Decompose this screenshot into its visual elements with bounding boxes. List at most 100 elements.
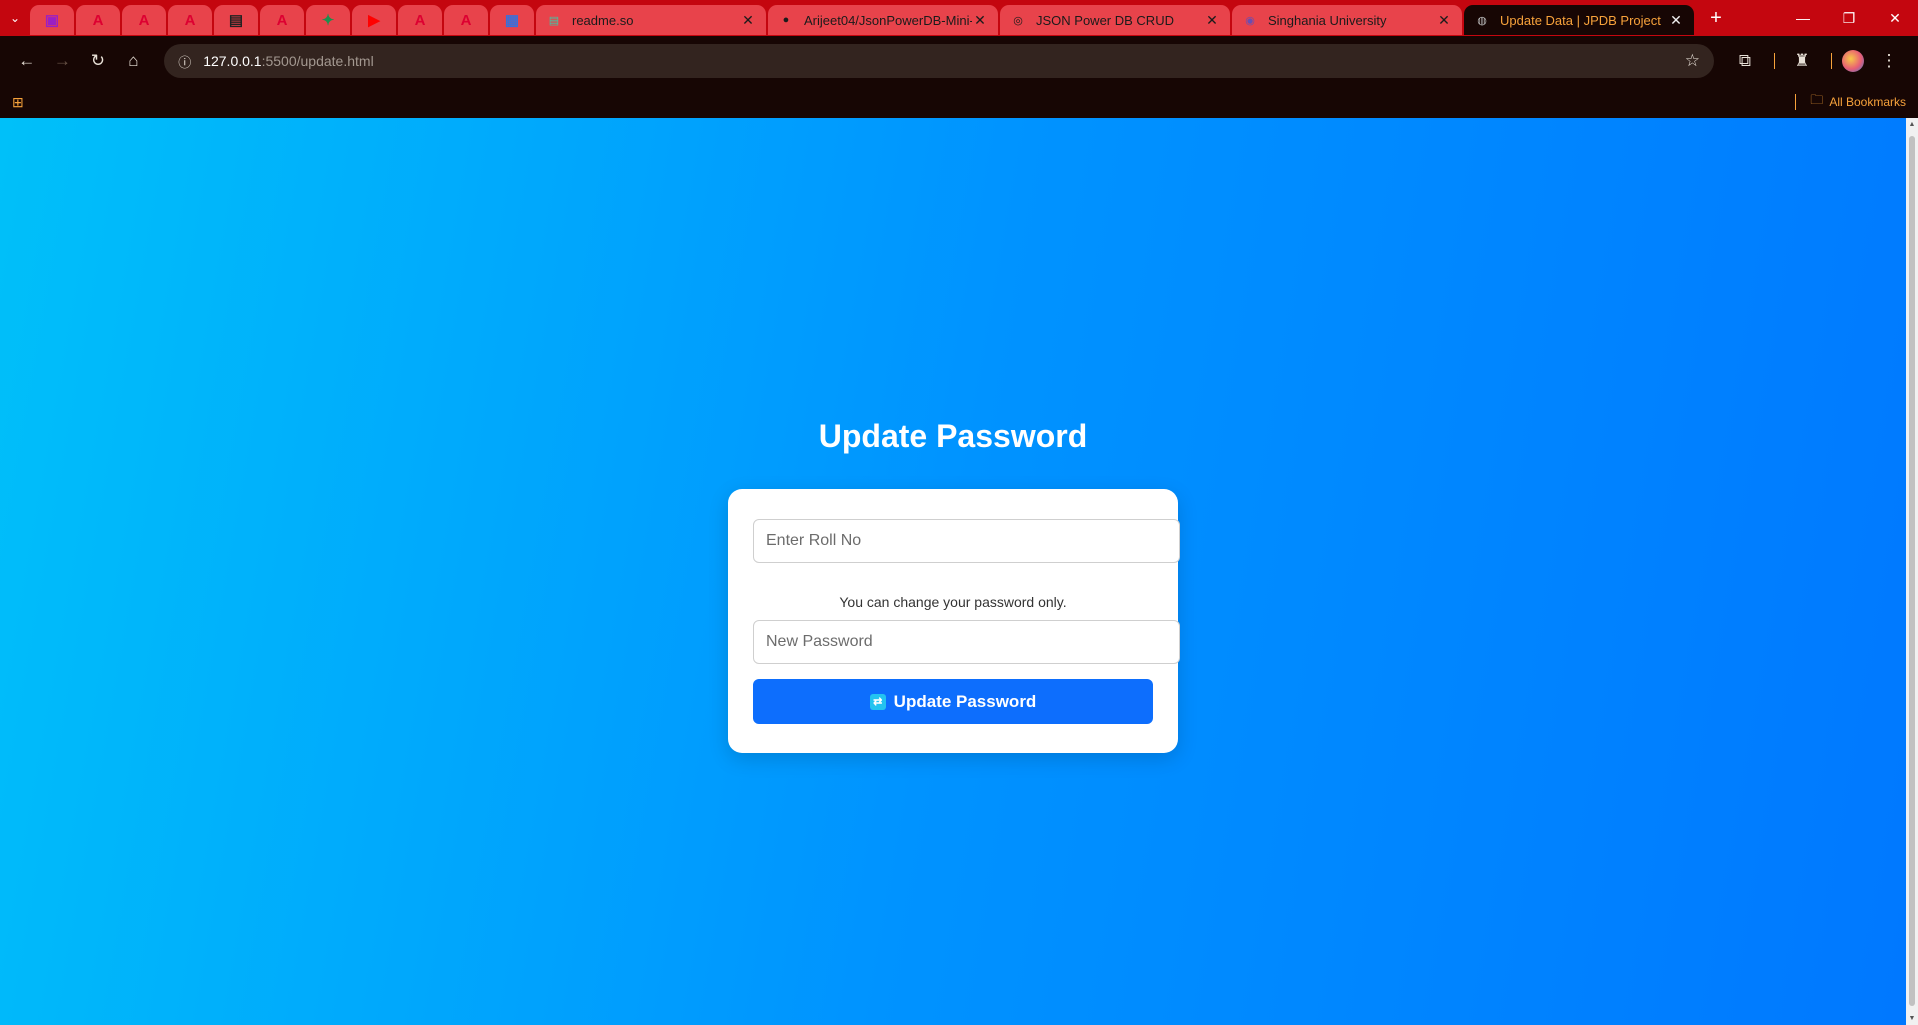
github-icon: ● [782, 14, 790, 26]
puzzle-icon: ⧉ [1738, 51, 1752, 70]
all-bookmarks[interactable]: 🗀 All Bookmarks [1795, 91, 1906, 113]
url-host: 127.0.0.1 [203, 53, 262, 69]
tab[interactable]: ◍ Update Data | JPDB Project ✕ [1464, 5, 1694, 35]
tab[interactable]: ▤ readme.so ✕ [536, 5, 766, 35]
page-scrollbar[interactable]: ▲ ▼ [1906, 118, 1918, 1025]
incognito-button[interactable]: ♜ [1785, 44, 1819, 78]
globe-icon: ◍ [1477, 14, 1487, 27]
arrow-right-icon: → [53, 51, 71, 70]
site-icon: ▤ [228, 12, 244, 29]
reload-button[interactable]: ↻ [81, 44, 115, 78]
roll-no-input[interactable] [753, 519, 1180, 563]
close-icon: ✕ [1889, 9, 1901, 26]
update-password-button[interactable]: ⇄ Update Password [753, 679, 1153, 724]
pinned-tab[interactable]: ▦ [490, 5, 534, 35]
arrow-left-icon: ← [18, 51, 36, 70]
pinned-tab[interactable]: ▣ [30, 5, 74, 35]
page-title: Update Password [818, 418, 1088, 454]
apps-grid-icon[interactable]: ⊞ [12, 94, 24, 111]
angular-icon: A [460, 11, 472, 29]
tab[interactable]: ◎ JSON Power DB CRUD ✕ [1000, 5, 1230, 35]
angular-icon: A [92, 11, 104, 29]
window-controls: — ❐ ✕ [1780, 0, 1918, 36]
avatar[interactable] [1841, 50, 1864, 72]
pinned-tabs: ▣ A A A ▤ A ✦ ▶ A A ▦ [30, 1, 536, 35]
restore-icon: ❐ [1842, 9, 1856, 26]
divider [1795, 94, 1797, 110]
angular-icon: A [184, 11, 196, 29]
close-icon[interactable]: ✕ [1436, 12, 1452, 29]
new-tab-button[interactable]: + [1702, 4, 1730, 32]
minimize-button[interactable]: — [1780, 0, 1826, 36]
close-icon[interactable]: ✕ [740, 12, 756, 29]
browser-toolbar: ← → ↻ ⌂ ⓘ 127.0.0.1:5500/update.html ☆ ⧉… [0, 36, 1918, 86]
refresh-icon: ⇄ [869, 693, 886, 710]
tab-title: Update Data | JPDB Project [1500, 12, 1661, 28]
extensions-button[interactable]: ⧉ [1728, 44, 1762, 78]
tab[interactable]: ● Arijeet04/JsonPowerDB-Mini-P ✕ [768, 5, 998, 35]
tab-title: Arijeet04/JsonPowerDB-Mini-P [804, 12, 972, 28]
folder-icon: 🗀 [1810, 92, 1824, 107]
openai-icon: ◎ [1013, 14, 1023, 27]
all-bookmarks-label: All Bookmarks [1829, 95, 1906, 109]
pinned-tab[interactable]: A [260, 5, 304, 35]
youtube-icon: ▶ [368, 12, 380, 29]
page-viewport: Update Password You can change your pass… [0, 118, 1906, 1025]
plus-icon: + [1710, 6, 1722, 29]
update-form-card: You can change your password only. ⇄ Upd… [728, 489, 1180, 753]
tab-title: Singhania University [1268, 12, 1387, 28]
tab-title: JSON Power DB CRUD [1036, 12, 1174, 28]
cat-icon: ✦ [321, 12, 335, 29]
scrollbar-thumb[interactable] [1909, 136, 1915, 1006]
update-password-label: Update Password [893, 691, 1037, 711]
close-icon[interactable]: ✕ [1204, 12, 1220, 29]
close-icon[interactable]: ✕ [1668, 12, 1684, 29]
tab-search-button[interactable]: ⌄ [0, 0, 30, 36]
incognito-icon: ♜ [1794, 51, 1810, 70]
tab-title: readme.so [572, 12, 634, 28]
pinned-tab[interactable]: A [398, 5, 442, 35]
divider [1830, 53, 1832, 69]
book-icon: ▣ [44, 12, 60, 29]
pinned-tab[interactable]: ▶ [352, 5, 396, 35]
bookmarks-bar: ⊞ 🗀 All Bookmarks [0, 86, 1918, 118]
address-bar[interactable]: ⓘ 127.0.0.1:5500/update.html ☆ [164, 44, 1714, 78]
chevron-down-icon: ⌄ [9, 11, 21, 25]
pinned-tab[interactable]: A [76, 5, 120, 35]
university-icon: ◉ [1245, 14, 1255, 27]
back-button[interactable]: ← [10, 44, 44, 78]
toolbar-actions: ⧉ ♜ ⋮ [1728, 44, 1908, 78]
home-button[interactable]: ⌂ [117, 44, 151, 78]
pinned-tab[interactable]: ✦ [306, 5, 350, 35]
new-password-input[interactable] [753, 620, 1180, 664]
close-icon[interactable]: ✕ [972, 12, 988, 29]
scroll-down-icon[interactable]: ▼ [1908, 1015, 1916, 1022]
readme-icon: ▤ [548, 14, 560, 27]
bookmark-star-icon[interactable]: ☆ [1685, 51, 1700, 71]
pinned-tab[interactable]: A [444, 5, 488, 35]
close-window-button[interactable]: ✕ [1872, 0, 1918, 36]
forward-button[interactable]: → [46, 44, 80, 78]
angular-icon: A [276, 11, 288, 29]
pinned-tab[interactable]: A [168, 5, 212, 35]
home-icon: ⌂ [128, 51, 139, 70]
scroll-up-icon[interactable]: ▲ [1908, 121, 1916, 128]
pinned-tab[interactable]: ▤ [214, 5, 258, 35]
divider [1773, 53, 1775, 69]
tab[interactable]: ◉ Singhania University ✕ [1232, 5, 1462, 35]
angular-icon: A [138, 11, 150, 29]
kebab-menu-icon: ⋮ [1880, 51, 1898, 70]
reload-icon: ↻ [90, 51, 105, 70]
site-info-icon[interactable]: ⓘ [178, 52, 191, 71]
hint-text: You can change your password only. [839, 594, 1067, 610]
tabs: ▤ readme.so ✕ ● Arijeet04/JsonPowerDB-Mini-P… [536, 1, 1696, 35]
url-text[interactable]: 127.0.0.1:5500/update.html [203, 53, 1685, 69]
angular-icon: A [414, 11, 426, 29]
minimize-icon: — [1796, 10, 1810, 26]
grid-app-icon: ▦ [504, 12, 520, 29]
restore-button[interactable]: ❐ [1826, 0, 1872, 36]
menu-button[interactable]: ⋮ [1872, 44, 1906, 78]
url-path: :5500/update.html [261, 53, 374, 69]
pinned-tab[interactable]: A [122, 5, 166, 35]
tab-strip: ⌄ ▣ A A A ▤ A ✦ ▶ A A ▦ ▤ readme.so ✕ ● Arijeet04/Json… [0, 0, 1918, 36]
